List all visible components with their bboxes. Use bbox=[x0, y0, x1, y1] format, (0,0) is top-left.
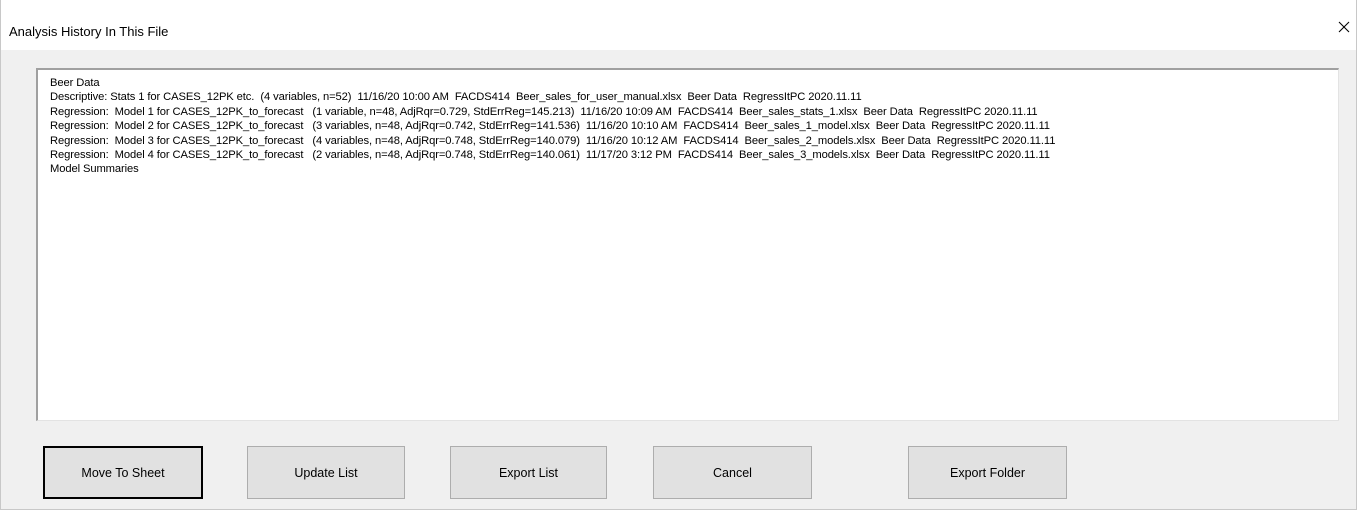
export-folder-button[interactable]: Export Folder bbox=[908, 446, 1067, 499]
list-item-regression-model-3[interactable]: Regression: Model 3 for CASES_12PK_to_fo… bbox=[50, 134, 1338, 148]
update-list-button[interactable]: Update List bbox=[247, 446, 405, 499]
export-list-button[interactable]: Export List bbox=[450, 446, 607, 499]
analysis-history-dialog: Analysis History In This File Beer Data … bbox=[0, 0, 1357, 510]
close-icon bbox=[1338, 21, 1350, 33]
list-item-regression-model-1[interactable]: Regression: Model 1 for CASES_12PK_to_fo… bbox=[50, 105, 1338, 119]
list-item-beer-data[interactable]: Beer Data bbox=[50, 76, 1338, 90]
list-item-regression-model-2[interactable]: Regression: Model 2 for CASES_12PK_to_fo… bbox=[50, 119, 1338, 133]
list-item-model-summaries[interactable]: Model Summaries bbox=[50, 162, 1338, 176]
list-item-descriptive-stats-1[interactable]: Descriptive: Stats 1 for CASES_12PK etc.… bbox=[50, 90, 1338, 104]
close-button[interactable] bbox=[1332, 12, 1356, 42]
dialog-title: Analysis History In This File bbox=[9, 24, 169, 39]
cancel-button[interactable]: Cancel bbox=[653, 446, 812, 499]
analysis-history-list[interactable]: Beer Data Descriptive: Stats 1 for CASES… bbox=[36, 68, 1339, 421]
list-item-regression-model-4[interactable]: Regression: Model 4 for CASES_12PK_to_fo… bbox=[50, 148, 1338, 162]
list-items-container: Beer Data Descriptive: Stats 1 for CASES… bbox=[50, 76, 1338, 177]
title-bar: Analysis History In This File bbox=[1, 0, 1356, 50]
move-to-sheet-button[interactable]: Move To Sheet bbox=[43, 446, 203, 499]
